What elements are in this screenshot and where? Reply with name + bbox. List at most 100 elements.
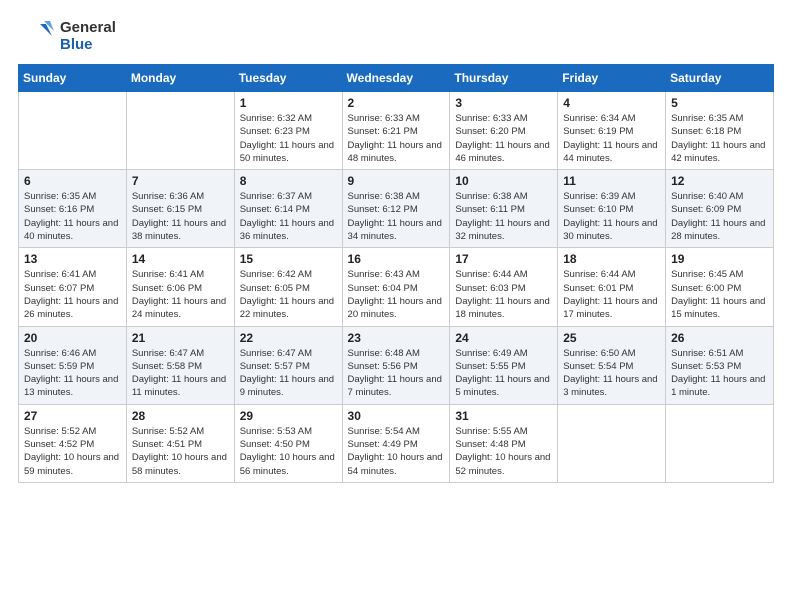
calendar-cell bbox=[19, 92, 127, 170]
calendar-cell: 29 Sunrise: 5:53 AMSunset: 4:50 PMDaylig… bbox=[234, 404, 342, 482]
day-info: Sunrise: 6:38 AMSunset: 6:11 PMDaylight:… bbox=[455, 190, 552, 243]
day-info: Sunrise: 6:32 AMSunset: 6:23 PMDaylight:… bbox=[240, 112, 337, 165]
logo-svg bbox=[18, 18, 54, 54]
day-info: Sunrise: 6:49 AMSunset: 5:55 PMDaylight:… bbox=[455, 347, 552, 400]
day-number: 8 bbox=[240, 174, 337, 188]
calendar-cell: 8 Sunrise: 6:37 AMSunset: 6:14 PMDayligh… bbox=[234, 170, 342, 248]
calendar-cell: 28 Sunrise: 5:52 AMSunset: 4:51 PMDaylig… bbox=[126, 404, 234, 482]
calendar-cell: 26 Sunrise: 6:51 AMSunset: 5:53 PMDaylig… bbox=[666, 326, 774, 404]
calendar-cell: 9 Sunrise: 6:38 AMSunset: 6:12 PMDayligh… bbox=[342, 170, 450, 248]
logo-blue-text: Blue bbox=[60, 36, 116, 53]
day-number: 19 bbox=[671, 252, 768, 266]
calendar-cell: 30 Sunrise: 5:54 AMSunset: 4:49 PMDaylig… bbox=[342, 404, 450, 482]
calendar-cell: 16 Sunrise: 6:43 AMSunset: 6:04 PMDaylig… bbox=[342, 248, 450, 326]
calendar-cell: 5 Sunrise: 6:35 AMSunset: 6:18 PMDayligh… bbox=[666, 92, 774, 170]
day-info: Sunrise: 6:48 AMSunset: 5:56 PMDaylight:… bbox=[348, 347, 445, 400]
day-number: 23 bbox=[348, 331, 445, 345]
day-number: 22 bbox=[240, 331, 337, 345]
calendar-cell: 20 Sunrise: 6:46 AMSunset: 5:59 PMDaylig… bbox=[19, 326, 127, 404]
calendar-cell: 4 Sunrise: 6:34 AMSunset: 6:19 PMDayligh… bbox=[558, 92, 666, 170]
calendar-cell: 21 Sunrise: 6:47 AMSunset: 5:58 PMDaylig… bbox=[126, 326, 234, 404]
day-number: 1 bbox=[240, 96, 337, 110]
day-info: Sunrise: 6:39 AMSunset: 6:10 PMDaylight:… bbox=[563, 190, 660, 243]
day-number: 24 bbox=[455, 331, 552, 345]
day-info: Sunrise: 6:33 AMSunset: 6:20 PMDaylight:… bbox=[455, 112, 552, 165]
calendar-week-row: 27 Sunrise: 5:52 AMSunset: 4:52 PMDaylig… bbox=[19, 404, 774, 482]
calendar-cell: 2 Sunrise: 6:33 AMSunset: 6:21 PMDayligh… bbox=[342, 92, 450, 170]
calendar-cell: 14 Sunrise: 6:41 AMSunset: 6:06 PMDaylig… bbox=[126, 248, 234, 326]
day-number: 12 bbox=[671, 174, 768, 188]
col-monday: Monday bbox=[126, 65, 234, 92]
calendar-cell: 19 Sunrise: 6:45 AMSunset: 6:00 PMDaylig… bbox=[666, 248, 774, 326]
day-number: 20 bbox=[24, 331, 121, 345]
day-info: Sunrise: 6:38 AMSunset: 6:12 PMDaylight:… bbox=[348, 190, 445, 243]
calendar-cell bbox=[666, 404, 774, 482]
logo-general-text: General bbox=[60, 19, 116, 36]
day-number: 17 bbox=[455, 252, 552, 266]
day-number: 4 bbox=[563, 96, 660, 110]
day-info: Sunrise: 6:45 AMSunset: 6:00 PMDaylight:… bbox=[671, 268, 768, 321]
calendar-cell: 18 Sunrise: 6:44 AMSunset: 6:01 PMDaylig… bbox=[558, 248, 666, 326]
day-info: Sunrise: 6:47 AMSunset: 5:57 PMDaylight:… bbox=[240, 347, 337, 400]
day-number: 9 bbox=[348, 174, 445, 188]
day-info: Sunrise: 6:51 AMSunset: 5:53 PMDaylight:… bbox=[671, 347, 768, 400]
day-info: Sunrise: 6:42 AMSunset: 6:05 PMDaylight:… bbox=[240, 268, 337, 321]
col-wednesday: Wednesday bbox=[342, 65, 450, 92]
calendar-cell: 24 Sunrise: 6:49 AMSunset: 5:55 PMDaylig… bbox=[450, 326, 558, 404]
day-number: 11 bbox=[563, 174, 660, 188]
day-info: Sunrise: 6:33 AMSunset: 6:21 PMDaylight:… bbox=[348, 112, 445, 165]
day-number: 7 bbox=[132, 174, 229, 188]
day-info: Sunrise: 6:46 AMSunset: 5:59 PMDaylight:… bbox=[24, 347, 121, 400]
calendar-header-row: Sunday Monday Tuesday Wednesday Thursday… bbox=[19, 65, 774, 92]
calendar-cell: 31 Sunrise: 5:55 AMSunset: 4:48 PMDaylig… bbox=[450, 404, 558, 482]
col-sunday: Sunday bbox=[19, 65, 127, 92]
day-info: Sunrise: 6:43 AMSunset: 6:04 PMDaylight:… bbox=[348, 268, 445, 321]
calendar-week-row: 6 Sunrise: 6:35 AMSunset: 6:16 PMDayligh… bbox=[19, 170, 774, 248]
day-info: Sunrise: 6:41 AMSunset: 6:07 PMDaylight:… bbox=[24, 268, 121, 321]
calendar-week-row: 13 Sunrise: 6:41 AMSunset: 6:07 PMDaylig… bbox=[19, 248, 774, 326]
calendar-cell: 10 Sunrise: 6:38 AMSunset: 6:11 PMDaylig… bbox=[450, 170, 558, 248]
col-saturday: Saturday bbox=[666, 65, 774, 92]
logo: General Blue bbox=[18, 18, 116, 54]
calendar-table: Sunday Monday Tuesday Wednesday Thursday… bbox=[18, 64, 774, 483]
day-number: 30 bbox=[348, 409, 445, 423]
day-info: Sunrise: 5:52 AMSunset: 4:52 PMDaylight:… bbox=[24, 425, 121, 478]
calendar-cell: 27 Sunrise: 5:52 AMSunset: 4:52 PMDaylig… bbox=[19, 404, 127, 482]
day-number: 18 bbox=[563, 252, 660, 266]
day-number: 13 bbox=[24, 252, 121, 266]
day-info: Sunrise: 6:37 AMSunset: 6:14 PMDaylight:… bbox=[240, 190, 337, 243]
day-info: Sunrise: 5:53 AMSunset: 4:50 PMDaylight:… bbox=[240, 425, 337, 478]
day-number: 28 bbox=[132, 409, 229, 423]
day-info: Sunrise: 6:36 AMSunset: 6:15 PMDaylight:… bbox=[132, 190, 229, 243]
calendar-cell: 22 Sunrise: 6:47 AMSunset: 5:57 PMDaylig… bbox=[234, 326, 342, 404]
calendar-cell: 11 Sunrise: 6:39 AMSunset: 6:10 PMDaylig… bbox=[558, 170, 666, 248]
calendar-cell: 15 Sunrise: 6:42 AMSunset: 6:05 PMDaylig… bbox=[234, 248, 342, 326]
calendar-week-row: 1 Sunrise: 6:32 AMSunset: 6:23 PMDayligh… bbox=[19, 92, 774, 170]
day-info: Sunrise: 6:47 AMSunset: 5:58 PMDaylight:… bbox=[132, 347, 229, 400]
calendar-cell: 13 Sunrise: 6:41 AMSunset: 6:07 PMDaylig… bbox=[19, 248, 127, 326]
day-info: Sunrise: 6:50 AMSunset: 5:54 PMDaylight:… bbox=[563, 347, 660, 400]
calendar-cell: 25 Sunrise: 6:50 AMSunset: 5:54 PMDaylig… bbox=[558, 326, 666, 404]
day-number: 26 bbox=[671, 331, 768, 345]
calendar-cell: 23 Sunrise: 6:48 AMSunset: 5:56 PMDaylig… bbox=[342, 326, 450, 404]
page: General Blue Sunday Monday Tuesday Wedne… bbox=[0, 0, 792, 612]
day-number: 25 bbox=[563, 331, 660, 345]
header: General Blue bbox=[18, 18, 774, 54]
day-number: 5 bbox=[671, 96, 768, 110]
day-info: Sunrise: 6:35 AMSunset: 6:16 PMDaylight:… bbox=[24, 190, 121, 243]
day-number: 29 bbox=[240, 409, 337, 423]
calendar-cell bbox=[558, 404, 666, 482]
calendar-cell: 12 Sunrise: 6:40 AMSunset: 6:09 PMDaylig… bbox=[666, 170, 774, 248]
calendar-cell bbox=[126, 92, 234, 170]
day-number: 2 bbox=[348, 96, 445, 110]
calendar-cell: 17 Sunrise: 6:44 AMSunset: 6:03 PMDaylig… bbox=[450, 248, 558, 326]
day-number: 6 bbox=[24, 174, 121, 188]
day-number: 10 bbox=[455, 174, 552, 188]
day-info: Sunrise: 6:40 AMSunset: 6:09 PMDaylight:… bbox=[671, 190, 768, 243]
calendar-cell: 3 Sunrise: 6:33 AMSunset: 6:20 PMDayligh… bbox=[450, 92, 558, 170]
day-info: Sunrise: 6:44 AMSunset: 6:03 PMDaylight:… bbox=[455, 268, 552, 321]
day-info: Sunrise: 6:44 AMSunset: 6:01 PMDaylight:… bbox=[563, 268, 660, 321]
calendar-cell: 7 Sunrise: 6:36 AMSunset: 6:15 PMDayligh… bbox=[126, 170, 234, 248]
day-number: 31 bbox=[455, 409, 552, 423]
day-number: 15 bbox=[240, 252, 337, 266]
